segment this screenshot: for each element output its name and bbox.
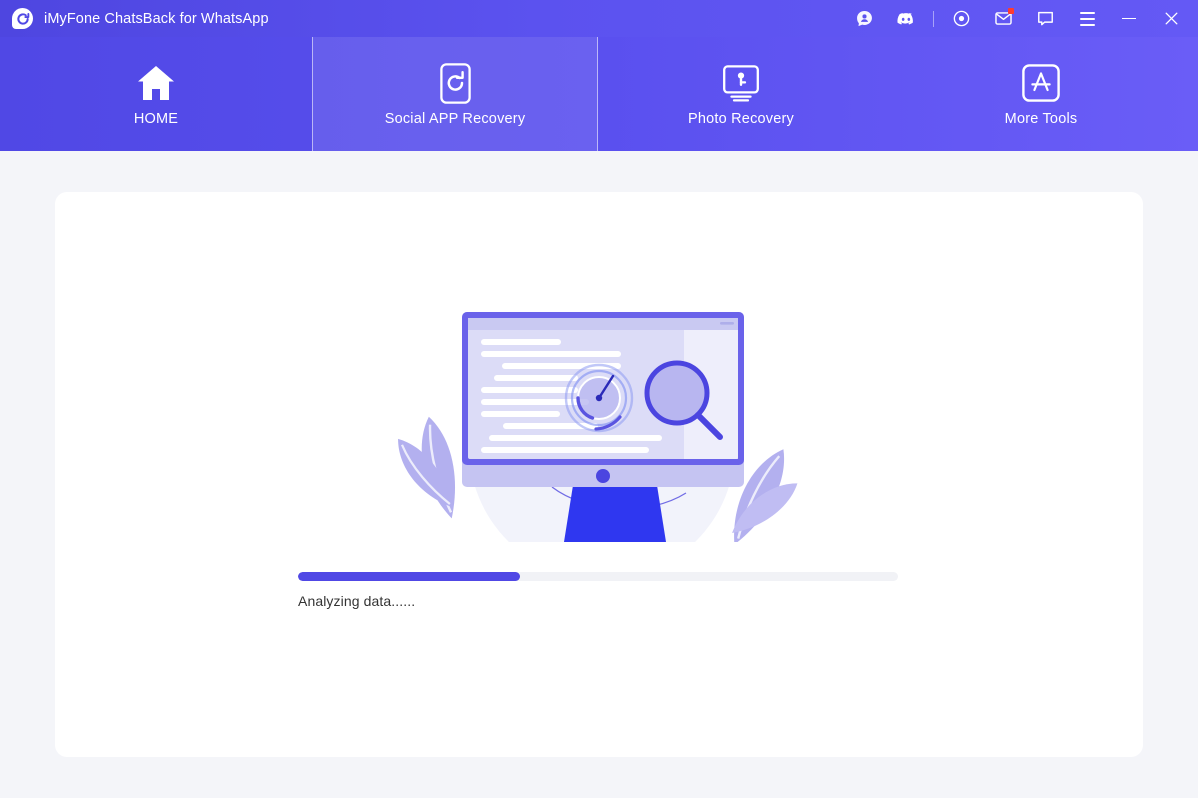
close-icon[interactable] bbox=[1158, 6, 1184, 32]
feedback-icon[interactable] bbox=[1032, 6, 1058, 32]
app-store-icon bbox=[1022, 61, 1060, 105]
home-icon bbox=[135, 61, 177, 105]
content-card: Analyzing data...... bbox=[55, 192, 1143, 757]
nav-tab-label-more: More Tools bbox=[1004, 111, 1078, 127]
main-nav: HOME Social APP Recovery Photo Recovery … bbox=[0, 37, 1198, 151]
app-window: iMyFone ChatsBack for WhatsApp HOME Soci… bbox=[0, 0, 1198, 798]
menu-bar-2 bbox=[1079, 17, 1095, 20]
desktop-scanning-illustration bbox=[55, 297, 1143, 542]
progress-fill bbox=[298, 572, 520, 581]
menu-bar-3 bbox=[1079, 23, 1095, 26]
nav-tab-label-photo: Photo Recovery bbox=[688, 111, 794, 127]
target-icon[interactable] bbox=[948, 6, 974, 32]
menu-icon[interactable] bbox=[1074, 6, 1100, 32]
minimize-icon[interactable] bbox=[1116, 6, 1142, 32]
progress-section: Analyzing data...... bbox=[298, 572, 898, 609]
nav-tab-photo-recovery[interactable]: Photo Recovery bbox=[598, 37, 884, 151]
app-logo bbox=[12, 8, 33, 29]
mail-icon[interactable] bbox=[990, 6, 1016, 32]
monitor-photo-icon bbox=[721, 61, 761, 105]
title-bar: iMyFone ChatsBack for WhatsApp bbox=[0, 0, 1198, 37]
nav-tab-more-tools[interactable]: More Tools bbox=[884, 37, 1198, 151]
progress-track[interactable] bbox=[298, 572, 898, 581]
divider bbox=[933, 10, 934, 27]
discord-icon[interactable] bbox=[893, 6, 919, 32]
menu-bar-1 bbox=[1079, 11, 1095, 14]
mail-badge bbox=[1008, 7, 1014, 14]
phone-refresh-icon bbox=[439, 61, 471, 105]
nav-tab-label-home: HOME bbox=[133, 111, 179, 127]
window-controls bbox=[843, 0, 1198, 37]
status-text: Analyzing data...... bbox=[298, 593, 416, 609]
window-title: iMyFone ChatsBack for WhatsApp bbox=[44, 10, 269, 27]
nav-tab-label-social: Social APP Recovery bbox=[384, 111, 526, 127]
account-icon[interactable] bbox=[851, 6, 877, 32]
nav-tab-home[interactable]: HOME bbox=[0, 37, 312, 151]
nav-tab-social-app-recovery[interactable]: Social APP Recovery bbox=[312, 37, 598, 151]
chatsback-logo-icon bbox=[12, 8, 33, 29]
minimize-dash bbox=[1122, 17, 1136, 20]
